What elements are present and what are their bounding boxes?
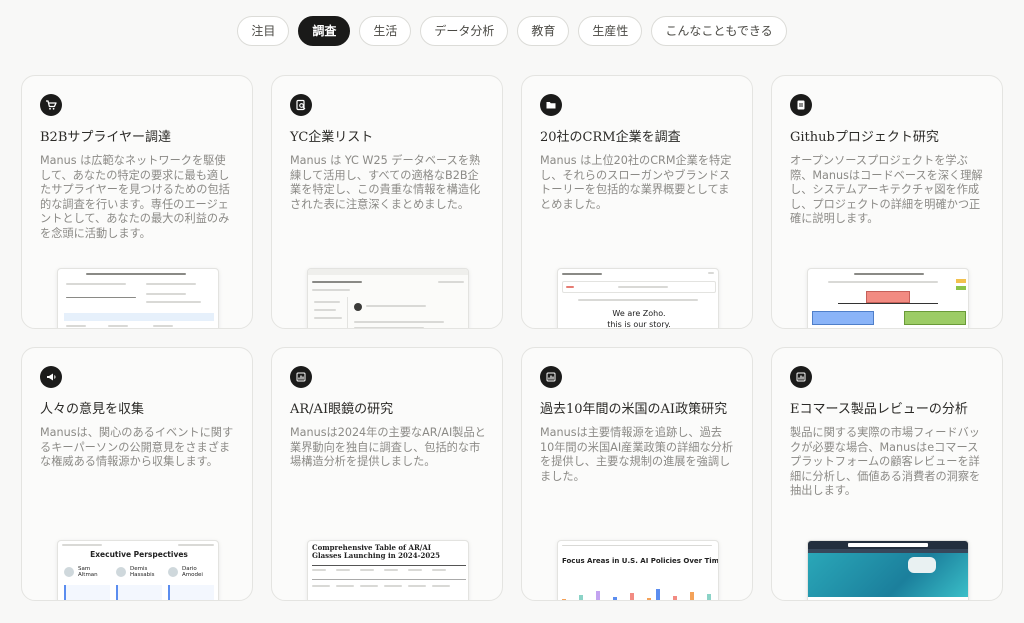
card-preview-image: Executive Perspectives Sam Altman Demis … [57, 540, 219, 600]
use-case-card[interactable]: B2Bサプライヤー調達 Manus は広範なネットワークを駆使して、あなたの特定… [21, 75, 253, 329]
card-description: Manusは2024年の主要なAR/AI製品と業界動向を独自に調査し、包括的な市… [290, 426, 486, 469]
card-title: 過去10年間の米国のAI政策研究 [540, 402, 728, 417]
preview-person-name: Dario Amodei [182, 566, 203, 578]
card-title: Eコマース製品レビューの分析 [790, 402, 968, 417]
card-title: B2Bサプライヤー調達 [40, 130, 171, 145]
card-preview-image [807, 540, 969, 600]
card-title: AR/AI眼鏡の研究 [290, 402, 394, 417]
chart-icon [540, 366, 562, 388]
tab-6[interactable]: こんなこともできる [651, 16, 787, 46]
file-icon [790, 94, 812, 116]
card-preview-image: Focus Areas in U.S. AI Policies Over Tim… [557, 540, 719, 601]
tab-1[interactable]: 調査 [298, 16, 351, 46]
preview-bar [622, 600, 626, 601]
tab-3[interactable]: データ分析 [420, 16, 509, 46]
preview-person-name: Sam Altman [78, 566, 98, 578]
use-case-card[interactable]: 人々の意見を収集 Manusは、関心のあるイベントに関するキーパーソンの公開意見… [21, 347, 253, 601]
category-tabs: 注目 調査 生活 データ分析 教育 生産性 こんなこともできる [0, 16, 1024, 46]
preview-bar [672, 596, 677, 600]
preview-bar [630, 593, 634, 600]
use-case-card[interactable]: 20社のCRM企業を調査 Manus は上位20社のCRM企業を特定し、それらの… [521, 75, 753, 329]
card-preview-image [307, 268, 469, 328]
preview-bar [647, 598, 651, 600]
use-case-grid: B2Bサプライヤー調達 Manus は広範なネットワークを駆使して、あなたの特定… [21, 75, 1003, 601]
card-title: 20社のCRM企業を調査 [540, 130, 681, 145]
card-description: オープンソースプロジェクトを学ぶ際、Manusはコードベースを深く理解し、システ… [790, 154, 983, 226]
preview-bar [562, 599, 566, 600]
preview-heading: Focus Areas in U.S. AI Policies Over Tim… [562, 557, 719, 565]
chart-icon [790, 366, 812, 388]
preview-bar [689, 592, 694, 600]
tab-5[interactable]: 生産性 [578, 16, 643, 46]
preview-heading: Comprehensive Table of AR/AI Glasses Lau… [312, 543, 441, 560]
card-description: Manusは主要情報源を追跡し、過去10年間の米国AI産業政策の詳細な分析を提供… [540, 426, 734, 483]
preview-bar [579, 595, 583, 600]
preview-subheading: this is our story. [607, 320, 671, 329]
card-description: 製品に関する実際の市場フィードバックが必要な場合、Manusはeコマースプラット… [790, 426, 981, 498]
use-case-card[interactable]: 過去10年間の米国のAI政策研究 Manusは主要情報源を追跡し、過去10年間の… [521, 347, 753, 601]
use-case-card[interactable]: YC企業リスト Manus は YC W25 データベースを熟練して活用し、すべ… [271, 75, 503, 329]
preview-bar [698, 600, 702, 601]
card-title: Githubプロジェクト研究 [790, 130, 939, 145]
use-case-card[interactable]: AR/AI眼鏡の研究 Manusは2024年の主要なAR/AI製品と業界動向を独… [271, 347, 503, 601]
preview-bar [706, 594, 711, 600]
preview-bar [596, 591, 600, 600]
card-description: Manus は上位20社のCRM企業を特定し、それらのスローガンやブランドストー… [540, 154, 732, 211]
document-search-icon [290, 94, 312, 116]
preview-heading: We are Zoho. [612, 309, 666, 318]
preview-person-name: Demis Hassabis [130, 566, 155, 578]
use-case-card[interactable]: Eコマース製品レビューの分析 製品に関する実際の市場フィードバックが必要な場合、… [771, 347, 1003, 601]
card-preview-image [807, 268, 969, 328]
card-description: Manus は YC W25 データベースを熟練して活用し、すべての適格なB2B… [290, 154, 481, 211]
card-description: Manusは、関心のあるイベントに関するキーパーソンの公開意見をさまざまな権威あ… [40, 426, 234, 469]
folder-icon [540, 94, 562, 116]
card-title: 人々の意見を収集 [40, 402, 145, 417]
preview-bar [613, 597, 617, 600]
card-title: YC企業リスト [290, 130, 374, 145]
use-case-card[interactable]: Githubプロジェクト研究 オープンソースプロジェクトを学ぶ際、Manusはコ… [771, 75, 1003, 329]
tab-4[interactable]: 教育 [517, 16, 570, 46]
megaphone-icon [40, 366, 62, 388]
tab-0[interactable]: 注目 [237, 16, 290, 46]
tab-2[interactable]: 生活 [359, 16, 412, 46]
card-preview-image [57, 268, 219, 328]
preview-bar [655, 589, 660, 600]
card-description: Manus は広範なネットワークを駆使して、あなたの特定の要求に最も適したサプラ… [40, 154, 230, 240]
preview-heading: Executive Perspectives [90, 550, 188, 559]
card-preview-image: Comprehensive Table of AR/AI Glasses Lau… [307, 540, 469, 600]
card-preview-image: We are Zoho. this is our story. [557, 268, 719, 329]
cart-icon [40, 94, 62, 116]
chart-icon [290, 366, 312, 388]
